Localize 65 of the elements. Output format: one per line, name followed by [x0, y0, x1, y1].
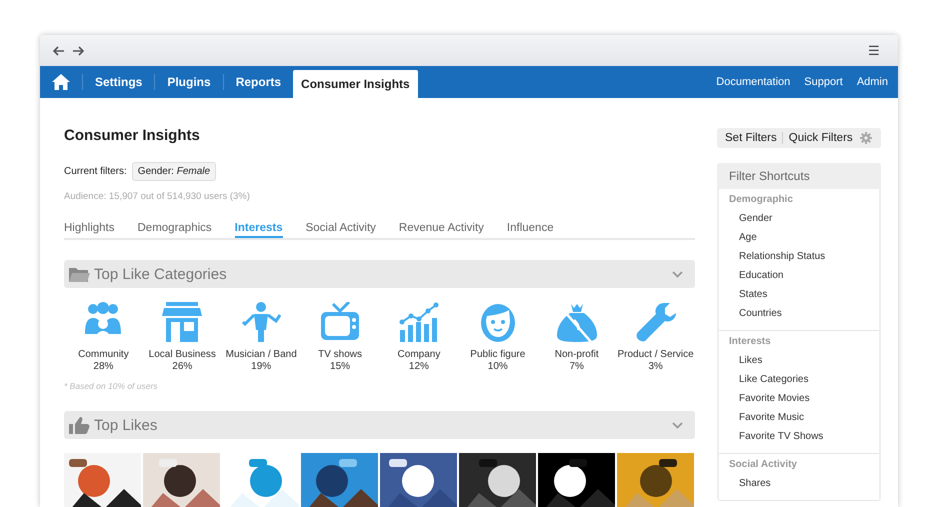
- shortcut-link[interactable]: Relationship Status: [719, 251, 879, 270]
- page-title: Consumer Insights: [64, 127, 201, 144]
- category-name: Company: [398, 349, 440, 361]
- shortcut-link[interactable]: States: [719, 289, 879, 308]
- tab[interactable]: Revenue Activity: [398, 220, 484, 238]
- shortcut-link[interactable]: Favorite Movies: [719, 393, 879, 412]
- tab[interactable]: Social Activity: [306, 220, 376, 238]
- nav-tab[interactable]: Plugins: [155, 74, 224, 90]
- footnote: * Based on 10% of users: [64, 381, 159, 391]
- category-share: 15%: [330, 361, 350, 373]
- thumbs-up-icon: [68, 416, 90, 434]
- filters-label: Current filters:: [64, 166, 127, 177]
- tab[interactable]: Influence: [506, 220, 554, 238]
- shortcut-link[interactable]: Likes: [719, 355, 879, 374]
- nav-tab[interactable]: Consumer Insights: [293, 70, 418, 98]
- folder-icon: [68, 265, 90, 283]
- nav-link[interactable]: Support: [790, 66, 843, 98]
- money-bag-icon: [556, 302, 597, 342]
- tab[interactable]: Highlights: [64, 220, 114, 238]
- menu-button[interactable]: ☰: [868, 43, 880, 58]
- nav-tab[interactable]: Reports: [224, 74, 294, 90]
- section-header[interactable]: Top Like Categories: [64, 260, 695, 288]
- shortcut-link[interactable]: Favorite Music: [719, 412, 879, 431]
- filter-button[interactable]: Quick Filters: [782, 132, 858, 144]
- shortcut-link[interactable]: Countries: [719, 308, 879, 327]
- group-heading: Interests: [728, 336, 772, 347]
- category-name: Local Business: [148, 349, 216, 361]
- nav-link[interactable]: Admin: [842, 66, 888, 98]
- category-name: TV shows: [318, 349, 362, 361]
- home-icon[interactable]: [52, 74, 70, 90]
- forward-icon[interactable]: [72, 46, 84, 56]
- group-heading: Social Activity: [728, 459, 798, 470]
- tab[interactable]: Demographics: [138, 220, 212, 238]
- wrench-icon: [636, 302, 676, 342]
- audience-text: Audience: 15,907 out of 514,930 users (3%): [64, 191, 251, 202]
- section-header[interactable]: Top Likes: [64, 411, 695, 439]
- filter-chip[interactable]: Gender: Female: [132, 162, 216, 181]
- storefront-icon: [162, 302, 202, 342]
- category-name: Community: [78, 349, 129, 361]
- category-share: 3%: [648, 361, 663, 373]
- shortcut-link[interactable]: Favorite TV Shows: [719, 431, 879, 450]
- category-name: Musician / Band: [226, 349, 297, 361]
- back-icon[interactable]: [53, 46, 65, 56]
- filter-button[interactable]: Set Filters: [725, 132, 782, 144]
- shortcut-link[interactable]: Education: [719, 270, 879, 289]
- conductor-icon: [241, 302, 282, 342]
- category-share: 19%: [251, 361, 272, 373]
- nav-tab[interactable]: Settings: [83, 74, 156, 90]
- category-share: 28%: [93, 361, 114, 373]
- category-name: Non-profit: [554, 349, 599, 361]
- category-name: Public figure: [470, 349, 526, 361]
- shortcut-link[interactable]: Shares: [719, 478, 879, 497]
- group-heading: Demographic: [728, 194, 794, 205]
- nav-link[interactable]: Documentation: [702, 66, 790, 98]
- shortcut-link[interactable]: Age: [719, 232, 879, 251]
- category-share: 12%: [408, 361, 429, 373]
- tv-icon: [320, 302, 360, 342]
- shortcut-link[interactable]: Gender: [719, 213, 879, 232]
- category-name: Product / Service: [617, 349, 694, 361]
- category-share: 7%: [569, 361, 584, 373]
- shortcut-link[interactable]: Like Categories: [719, 374, 879, 393]
- panel-title: Filter Shortcuts: [728, 168, 811, 185]
- growth-chart-icon: [398, 302, 439, 342]
- category-share: 26%: [172, 361, 192, 373]
- category-share: 10%: [488, 361, 508, 373]
